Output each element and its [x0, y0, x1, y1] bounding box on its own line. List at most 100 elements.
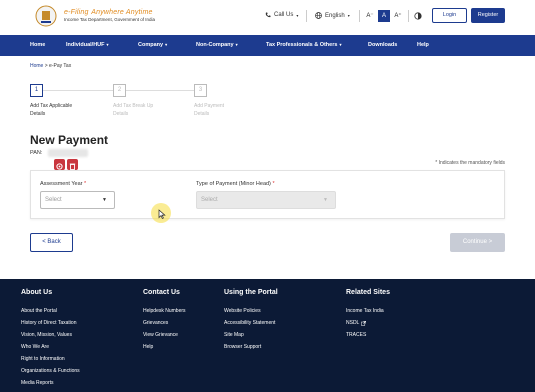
- caret-down-icon: ▼: [323, 197, 328, 203]
- footer-link[interactable]: Grievances: [143, 317, 186, 329]
- mandatory-note: * Indicates the mandatory fields: [435, 160, 505, 166]
- footer-link[interactable]: Organizations & Functions: [21, 365, 80, 377]
- nav-non-company[interactable]: Non-Company ▾: [196, 42, 238, 48]
- divider: [359, 10, 360, 22]
- footer-related-column: Related Sites Income Tax India NSDL TRAC…: [346, 289, 390, 341]
- pan-label: PAN:: [30, 150, 43, 156]
- nav-label: Company: [138, 42, 164, 48]
- footer-heading: Related Sites: [346, 289, 390, 296]
- step-2-label: Add Tax Break Up Details: [113, 102, 173, 118]
- payment-type-select[interactable]: Select ▼: [196, 191, 336, 209]
- contrast-icon[interactable]: [414, 12, 422, 20]
- chevron-down-icon: ▾: [347, 13, 350, 18]
- back-button[interactable]: < Back: [30, 233, 73, 252]
- step-label-line: Details: [30, 111, 46, 117]
- footer-link[interactable]: Browser Support: [224, 341, 278, 353]
- login-button[interactable]: Login: [432, 8, 467, 23]
- nav-label: Individual/HUF: [66, 42, 105, 48]
- font-normal-button[interactable]: A: [378, 10, 390, 22]
- field-label-text: Type of Payment (Minor Head): [196, 181, 271, 187]
- step-label-line: Add Tax Applicable: [30, 103, 73, 109]
- footer-link[interactable]: Right to Information: [21, 353, 80, 365]
- step-1-indicator: 1: [30, 84, 43, 97]
- footer-link[interactable]: View Grievance: [143, 329, 186, 341]
- field-label-text: Assessment Year: [40, 181, 83, 187]
- footer-link[interactable]: Website Policies: [224, 305, 278, 317]
- save-draft-button[interactable]: [54, 159, 65, 170]
- step-2-indicator: 2: [113, 84, 126, 97]
- select-placeholder: Select: [45, 197, 62, 203]
- language-selector[interactable]: English ▾: [315, 12, 350, 19]
- footer-heading: Contact Us: [143, 289, 180, 296]
- brand-tagline: Anywhere Anytime: [91, 9, 153, 16]
- font-decrease-button[interactable]: A⁻: [364, 10, 376, 22]
- required-mark: *: [272, 181, 275, 187]
- breadcrumb-separator: >: [44, 63, 48, 69]
- footer-heading: About Us: [21, 289, 53, 296]
- nav-individual-huf[interactable]: Individual/HUF ▾: [66, 42, 109, 48]
- pan-value-redacted: [48, 149, 88, 157]
- footer-link[interactable]: History of Direct Taxation: [21, 317, 80, 329]
- external-link-icon: [361, 320, 367, 326]
- chevron-down-icon: ▾: [165, 42, 168, 47]
- footer-link[interactable]: Site Map: [224, 329, 278, 341]
- footer-link[interactable]: Vision, Mission, Values: [21, 329, 80, 341]
- required-mark: *: [84, 181, 87, 187]
- payment-type-label: Type of Payment (Minor Head) *: [196, 181, 275, 187]
- footer-link[interactable]: Helpdesk Numbers: [143, 305, 186, 317]
- call-us-label: Call Us: [274, 12, 294, 18]
- register-button[interactable]: Register: [471, 8, 505, 23]
- step-label-line: Details: [194, 111, 210, 117]
- nav-help[interactable]: Help: [417, 42, 429, 48]
- phone-icon: [265, 12, 271, 18]
- nav-downloads[interactable]: Downloads: [368, 42, 397, 48]
- footer-link[interactable]: Accessibility Statement: [224, 317, 278, 329]
- footer-contact-column: Contact Us Helpdesk Numbers Grievances V…: [143, 289, 186, 353]
- breadcrumb-current: e-Pay Tax: [49, 63, 72, 69]
- footer-link[interactable]: Who We Are: [21, 341, 80, 353]
- step-label-line: Add Payment: [194, 103, 225, 109]
- footer-link[interactable]: Help: [143, 341, 186, 353]
- divider: [306, 10, 307, 22]
- brand[interactable]: e-Filing Anywhere Anytime Income Tax Dep…: [64, 6, 155, 22]
- assessment-year-select[interactable]: Select ▼: [40, 191, 115, 209]
- nav-home[interactable]: Home: [30, 42, 45, 48]
- footer-link-label: NSDL: [346, 320, 360, 326]
- step-connector: [43, 90, 113, 91]
- select-placeholder: Select: [201, 197, 218, 203]
- language-label: English: [325, 12, 345, 19]
- nav-label: Tax Professionals & Others: [266, 42, 338, 48]
- footer-link[interactable]: Income Tax India: [346, 305, 390, 317]
- emblem-logo[interactable]: [32, 5, 60, 29]
- breadcrumb: Home > e-Pay Tax: [30, 63, 71, 69]
- nav-company[interactable]: Company ▾: [138, 42, 167, 48]
- chevron-down-icon: ▾: [296, 12, 299, 18]
- step-3-indicator: 3: [194, 84, 207, 97]
- page-title: New Payment: [30, 133, 109, 147]
- site-header: e-Filing Anywhere Anytime Income Tax Dep…: [0, 0, 535, 35]
- assessment-year-label: Assessment Year *: [40, 181, 86, 187]
- call-us-link[interactable]: Call Us ▾: [265, 12, 298, 18]
- footer-link[interactable]: TRACES: [346, 329, 390, 341]
- delete-button[interactable]: [67, 159, 78, 170]
- continue-button[interactable]: Continue >: [450, 233, 505, 252]
- step-connector: [126, 90, 194, 91]
- footer-about-column: About Us About the Portal History of Dir…: [21, 289, 80, 389]
- footer-portal-column: Using the Portal Website Policies Access…: [224, 289, 278, 353]
- divider: [408, 10, 409, 22]
- step-1-label: Add Tax Applicable Details: [30, 102, 90, 118]
- breadcrumb-home[interactable]: Home: [30, 63, 43, 69]
- nav-label: Non-Company: [196, 42, 234, 48]
- caret-down-icon: ▼: [102, 197, 107, 203]
- mouse-pointer-icon: [158, 209, 166, 219]
- brand-title: e-Filing: [64, 9, 89, 16]
- chevron-down-icon: ▾: [339, 42, 342, 47]
- footer-link[interactable]: Media Reports: [21, 377, 80, 389]
- step-label-line: Add Tax Break Up: [113, 103, 154, 109]
- font-increase-button[interactable]: A⁺: [392, 10, 404, 22]
- chevron-down-icon: ▾: [235, 42, 238, 47]
- footer-heading: Using the Portal: [224, 289, 278, 296]
- footer-link-nsdl[interactable]: NSDL: [346, 317, 390, 329]
- footer-link[interactable]: About the Portal: [21, 305, 80, 317]
- nav-tax-professionals[interactable]: Tax Professionals & Others ▾: [266, 42, 341, 48]
